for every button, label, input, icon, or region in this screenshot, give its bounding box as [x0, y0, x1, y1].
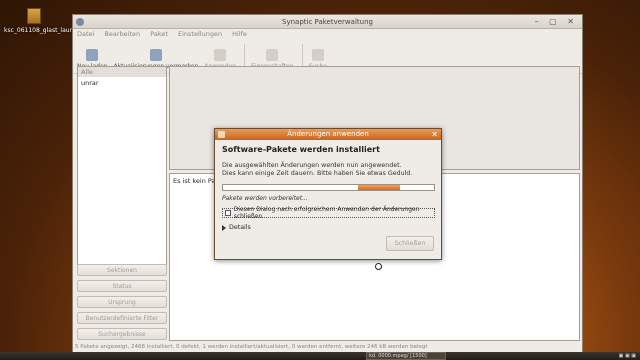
archive-icon	[27, 8, 41, 24]
menu-paket[interactable]: Paket	[150, 30, 168, 38]
dialog-title: Änderungen anwenden	[287, 130, 369, 138]
section-item[interactable]: unrar	[78, 77, 166, 89]
checkmark-icon	[214, 49, 227, 61]
details-label: Details	[229, 224, 251, 231]
expander-triangle-icon	[222, 224, 226, 231]
progress-fill	[358, 185, 401, 190]
taskbar: kd. 0000.mpeg/ [1500] ▣ ▣ ▣	[0, 352, 640, 360]
search-icon	[311, 49, 324, 61]
menu-datei[interactable]: Datei	[77, 30, 94, 38]
dialog-heading: Software-Pakete werden installiert	[222, 145, 380, 154]
window-controls[interactable]: – ▢ ✕	[535, 15, 578, 29]
close-after-checkbox[interactable]: Diesen Dialog nach erfolgreichem Anwende…	[222, 206, 435, 220]
toolbar-separator	[244, 44, 246, 68]
busy-cursor-icon	[375, 263, 382, 270]
dialog-text-line1: Die ausgewählten Änderungen werden nun a…	[222, 162, 402, 169]
details-expander[interactable]: Details	[222, 224, 434, 231]
reload-icon	[86, 49, 99, 61]
filter-sections-button[interactable]: Sektionen	[77, 264, 167, 276]
statusbar: 5 Pakete angezeigt, 2468 installiert, 0 …	[75, 344, 428, 350]
taskbar-tray: ▣ ▣ ▣	[618, 353, 636, 359]
dialog-text-line2: Dies kann einige Zeit dauern. Bitte habe…	[222, 170, 413, 177]
menubar: Datei Bearbeiten Paket Einstellungen Hil…	[73, 29, 582, 40]
properties-icon	[266, 49, 279, 61]
filter-buttons: Sektionen Status Ursprung Benutzerdefini…	[77, 264, 167, 344]
dialog-app-icon	[218, 131, 225, 138]
checkbox-label: Diesen Dialog nach erfolgreichem Anwende…	[233, 206, 420, 220]
dialog-titlebar[interactable]: Änderungen anwenden ✕	[215, 129, 441, 140]
progress-bar	[222, 184, 435, 191]
section-list: Alle unrar	[77, 66, 167, 268]
window-titlebar[interactable]: Synaptic Paketverwaltung – ▢ ✕	[73, 15, 582, 29]
app-icon	[76, 18, 84, 26]
close-icon[interactable]: ✕	[431, 129, 438, 140]
taskbar-task[interactable]: kd. 0000.mpeg/ [1500]	[366, 352, 446, 360]
desktop-file-icon[interactable]: ksc_061108_glast_launch_1080i.rar	[4, 8, 111, 34]
upgrade-icon	[149, 49, 162, 61]
progress-status: Pakete werden vorbereitet...	[222, 195, 308, 202]
checkbox-box[interactable]	[225, 210, 231, 216]
menu-bearbeiten[interactable]: Bearbeiten	[104, 30, 140, 38]
toolbar-separator	[301, 44, 303, 68]
filter-custom-button[interactable]: Benutzerdefinierte Filter	[77, 312, 167, 324]
filter-search-results-button[interactable]: Suchergebnisse	[77, 328, 167, 340]
filter-origin-button[interactable]: Ursprung	[77, 296, 167, 308]
desktop-file-label: ksc_061108_glast_launch_1080i.rar	[4, 27, 111, 34]
menu-einstellungen[interactable]: Einstellungen	[178, 30, 222, 38]
section-list-header: Alle	[78, 67, 166, 77]
apply-changes-dialog: Änderungen anwenden ✕ Software-Pakete we…	[214, 128, 442, 260]
window-title: Synaptic Paketverwaltung	[282, 18, 373, 26]
menu-hilfe[interactable]: Hilfe	[232, 30, 247, 38]
close-button[interactable]: Schließen	[386, 236, 434, 251]
filter-status-button[interactable]: Status	[77, 280, 167, 292]
